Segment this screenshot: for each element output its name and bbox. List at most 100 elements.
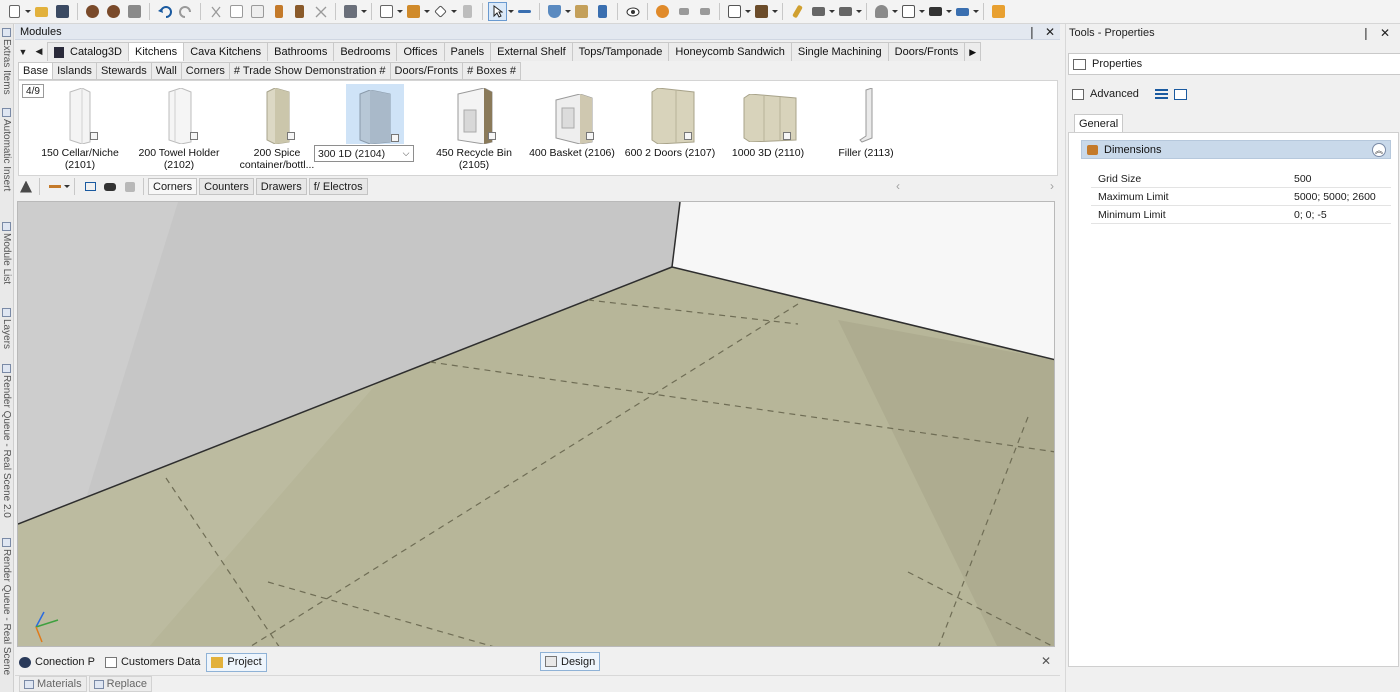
- binoculars-icon[interactable]: [101, 178, 119, 195]
- vtab-automatic-insert[interactable]: Automatic Insert: [1, 106, 13, 191]
- box-dropdown[interactable]: [772, 2, 778, 21]
- save-icon[interactable]: [53, 2, 72, 21]
- collapse-icon[interactable]: ︽: [1372, 143, 1386, 157]
- scroll-right-icon[interactable]: ›: [1050, 179, 1054, 193]
- undo-icon[interactable]: [155, 2, 174, 21]
- copy-icon[interactable]: [227, 2, 246, 21]
- filter-electros[interactable]: f/ Electros: [308, 178, 368, 195]
- item-checkbox[interactable]: [586, 132, 594, 140]
- cnc-dropdown[interactable]: [946, 2, 952, 21]
- property-row[interactable]: Minimum Limit 0; 0; -5: [1091, 206, 1391, 224]
- vtab-layers[interactable]: Layers: [1, 306, 13, 349]
- item-checkbox[interactable]: [391, 134, 399, 142]
- grid-icon[interactable]: [458, 2, 477, 21]
- scroll-left-icon[interactable]: ‹: [896, 179, 900, 193]
- subtab-stewards[interactable]: Stewards: [95, 62, 152, 80]
- tab-materials[interactable]: Materials: [19, 676, 87, 692]
- subtab-doors-fronts[interactable]: Doors/Fronts: [389, 62, 464, 80]
- pin-icon[interactable]: ❘: [1027, 25, 1037, 39]
- alphabetical-view-icon[interactable]: [1173, 88, 1187, 100]
- filter-corners[interactable]: Corners: [148, 178, 198, 195]
- module-item[interactable]: Filler (2113): [821, 84, 911, 176]
- module-item[interactable]: 200 Towel Holder (2102): [134, 84, 224, 176]
- redo-icon[interactable]: [176, 2, 195, 21]
- shield-dropdown[interactable]: [565, 2, 571, 21]
- module-item[interactable]: 150 Cellar/Niche (2101): [35, 84, 125, 176]
- vtab-extras-items[interactable]: Extras Items: [1, 26, 13, 95]
- subtab-islands[interactable]: Islands: [52, 62, 97, 80]
- tab-project[interactable]: Project: [206, 652, 267, 672]
- export-icon[interactable]: [953, 2, 972, 21]
- close-icon[interactable]: ✕: [1380, 26, 1390, 40]
- cabinet-icon[interactable]: [572, 2, 591, 21]
- pin-icon[interactable]: ❘: [1361, 26, 1371, 40]
- insert-arrow-icon[interactable]: [81, 178, 99, 195]
- cut-icon[interactable]: [206, 2, 225, 21]
- tab-honeycomb-sandwich[interactable]: Honeycomb Sandwich: [668, 42, 792, 61]
- tab-replace[interactable]: Replace: [88, 676, 152, 692]
- delete-icon[interactable]: [311, 2, 330, 21]
- vtab-render-queue[interactable]: Render Queue - Real Scene: [1, 536, 13, 675]
- shield-icon[interactable]: [545, 2, 564, 21]
- tab-doors-fronts[interactable]: Doors/Fronts: [887, 42, 966, 61]
- item-variant-select[interactable]: 300 1D (2104) ⌵: [314, 145, 414, 162]
- eye-icon[interactable]: [623, 2, 642, 21]
- item-checkbox[interactable]: [287, 132, 295, 140]
- tab-catalog3d[interactable]: Catalog3D: [47, 42, 129, 61]
- vtab-module-list[interactable]: Module List: [1, 220, 13, 284]
- stack-dropdown[interactable]: [424, 2, 430, 21]
- filter-drawers[interactable]: Drawers: [255, 178, 307, 195]
- arrow-left-icon[interactable]: [674, 2, 693, 21]
- subtab-trade-show[interactable]: # Trade Show Demonstration #: [228, 62, 391, 80]
- section-dimensions[interactable]: Dimensions ︽: [1081, 140, 1391, 159]
- tab-general[interactable]: General: [1074, 114, 1124, 133]
- new-file-icon[interactable]: [5, 2, 24, 21]
- item-checkbox[interactable]: [488, 132, 496, 140]
- arrow-right-icon[interactable]: [695, 2, 714, 21]
- database-dropdown[interactable]: [361, 2, 367, 21]
- tab-menu-chevron-icon[interactable]: ▼: [15, 42, 31, 61]
- users-icon[interactable]: [872, 2, 891, 21]
- ruler-dropdown[interactable]: [64, 177, 70, 196]
- layout-dropdown[interactable]: [397, 2, 403, 21]
- camera-icon[interactable]: [809, 2, 828, 21]
- tab-offices[interactable]: Offices: [396, 42, 445, 61]
- module-item-selected[interactable]: 300 1D (2104) ⌵: [314, 84, 421, 176]
- lock-icon[interactable]: [121, 178, 139, 195]
- report-icon[interactable]: [899, 2, 918, 21]
- render-icon[interactable]: [83, 2, 102, 21]
- tag-dropdown[interactable]: [451, 2, 457, 21]
- tab-bedrooms[interactable]: Bedrooms: [333, 42, 398, 61]
- camera2-dropdown[interactable]: [856, 2, 862, 21]
- measure-icon[interactable]: [515, 2, 534, 21]
- tab-scroll-left-icon[interactable]: ◀: [31, 42, 47, 61]
- window-icon[interactable]: [725, 2, 744, 21]
- tab-kitchens[interactable]: Kitchens: [127, 42, 185, 61]
- select-pointer-icon[interactable]: [488, 2, 507, 21]
- item-checkbox[interactable]: [783, 132, 791, 140]
- users-dropdown[interactable]: [892, 2, 898, 21]
- 3d-viewport[interactable]: [17, 201, 1055, 647]
- properties-header[interactable]: Properties: [1068, 53, 1400, 75]
- tab-single-machining[interactable]: Single Machining: [790, 42, 889, 61]
- close-icon[interactable]: ✕: [1041, 654, 1051, 668]
- crane-icon[interactable]: [17, 178, 35, 195]
- layout-icon[interactable]: [377, 2, 396, 21]
- tab-tops-tamponade[interactable]: Tops/Tamponade: [571, 42, 670, 61]
- tab-external-shelf[interactable]: External Shelf: [490, 42, 573, 61]
- item-checkbox[interactable]: [190, 132, 198, 140]
- camera2-icon[interactable]: [836, 2, 855, 21]
- paste-icon[interactable]: [248, 2, 267, 21]
- tab-design[interactable]: Design: [540, 652, 601, 671]
- subtab-boxes[interactable]: # Boxes #: [462, 62, 522, 80]
- tag-icon[interactable]: [431, 2, 450, 21]
- tab-cava-kitchens[interactable]: Cava Kitchens: [183, 42, 269, 61]
- module-item[interactable]: 450 Recycle Bin (2105): [429, 84, 519, 176]
- tab-scroll-right-icon[interactable]: ▶: [964, 42, 982, 61]
- tab-connection[interactable]: Conection P: [15, 653, 99, 672]
- tab-bathrooms[interactable]: Bathrooms: [267, 42, 335, 61]
- select-dropdown[interactable]: [508, 2, 514, 21]
- scene-canvas[interactable]: [18, 202, 1055, 647]
- filter-counters[interactable]: Counters: [199, 178, 254, 195]
- item-checkbox[interactable]: [684, 132, 692, 140]
